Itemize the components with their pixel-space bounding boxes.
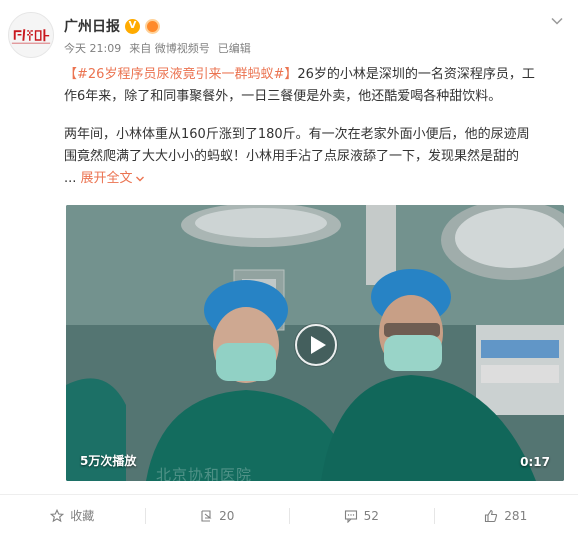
play-icon bbox=[295, 324, 337, 366]
comment-count: 52 bbox=[363, 508, 379, 523]
post-paragraph-2-line-1: 两年间，小林体重从160斤涨到了180斤。有一次在老家外面小便后，他的尿迹周 bbox=[64, 127, 530, 142]
weibo-post-card: 广州日报 V 今天 21:09 来自 微博视频号 已编辑 【#26岁程序员尿液竟… bbox=[0, 0, 578, 536]
repost-icon bbox=[201, 509, 212, 522]
post-line-2: 作6年来，除了和同事聚餐外，一日三餐便是外卖，他还酷爱喝各种甜饮料。 bbox=[64, 89, 502, 104]
source-prefix: 来自 bbox=[129, 42, 152, 55]
star-icon bbox=[50, 508, 65, 522]
comment-button[interactable]: 52 bbox=[289, 506, 434, 526]
post-topic-link[interactable]: 【#26岁程序员尿液竟引来一群蚂蚁#】 bbox=[64, 67, 297, 82]
comment-icon bbox=[344, 509, 357, 523]
account-name[interactable]: 广州日报 bbox=[64, 16, 120, 36]
post-meta: 今天 21:09 来自 微博视频号 已编辑 bbox=[64, 40, 251, 56]
post-paragraph-2-line-2: 围竟然爬满了大大小小的蚂蚁！小林用手沾了点尿液舔了一下，发现果然是甜的 bbox=[64, 149, 520, 164]
post-source: 来自 微博视频号 bbox=[129, 40, 210, 56]
expand-row: ... 展开全文 bbox=[64, 168, 564, 190]
post-line-1: 26岁的小林是深圳的一名资深程序员，工 bbox=[297, 67, 535, 82]
video-watermark: 北京协和医院 bbox=[156, 466, 253, 481]
edited-label[interactable]: 已编辑 bbox=[218, 40, 251, 56]
avatar[interactable] bbox=[8, 12, 54, 58]
like-button[interactable]: 281 bbox=[433, 506, 578, 526]
play-count: 5万次播放 bbox=[80, 454, 137, 468]
repost-count: 20 bbox=[219, 508, 235, 523]
repost-button[interactable]: 20 bbox=[144, 506, 290, 526]
thumbs-up-icon bbox=[485, 509, 498, 522]
post-menu-chevron-icon[interactable] bbox=[550, 14, 564, 28]
ellipsis: ... bbox=[64, 171, 77, 186]
action-bar: 收藏 20 52 281 bbox=[0, 494, 578, 536]
source-name[interactable]: 微博视频号 bbox=[155, 42, 210, 55]
guangzhou-daily-logo-icon bbox=[9, 13, 53, 57]
chevron-down-icon bbox=[135, 176, 144, 181]
account-name-row: 广州日报 V bbox=[64, 16, 160, 36]
video-duration: 0:17 bbox=[520, 455, 550, 469]
favorite-label: 收藏 bbox=[70, 509, 95, 523]
video-player[interactable]: 北京协和医院 5万次播放 0:17 bbox=[66, 205, 564, 481]
medal-icon bbox=[145, 18, 160, 34]
verified-badge-icon: V bbox=[125, 18, 140, 34]
post-paragraph-1: 【#26岁程序员尿液竟引来一群蚂蚁#】26岁的小林是深圳的一名资深程序员，工 bbox=[64, 64, 564, 86]
expand-full-text-link[interactable]: 展开全文 bbox=[81, 171, 145, 186]
post-time[interactable]: 今天 21:09 bbox=[64, 40, 121, 56]
like-count: 281 bbox=[504, 508, 528, 523]
post-text: 【#26岁程序员尿液竟引来一群蚂蚁#】26岁的小林是深圳的一名资深程序员，工 作… bbox=[64, 64, 564, 190]
play-button[interactable] bbox=[294, 323, 338, 367]
favorite-button[interactable]: 收藏 bbox=[0, 506, 145, 526]
